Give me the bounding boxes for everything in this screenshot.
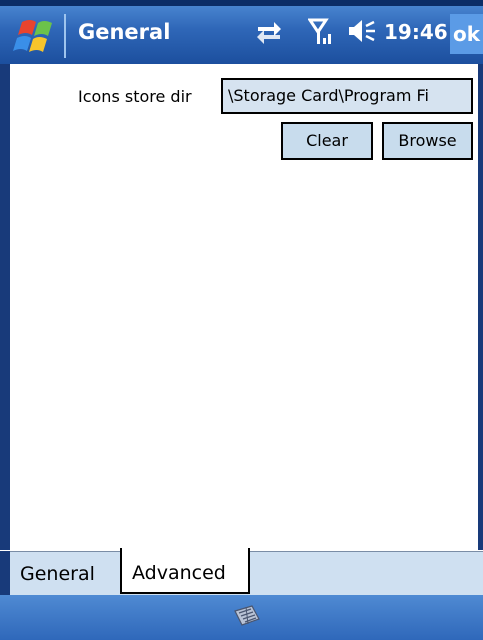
title-separator: [64, 14, 66, 58]
keyboard-icon[interactable]: [232, 603, 262, 629]
signal-icon[interactable]: [308, 16, 334, 46]
icons-store-dir-field[interactable]: \Storage Card\Program Fi: [221, 78, 473, 114]
left-border: [0, 64, 10, 550]
ok-button[interactable]: ok: [450, 14, 483, 54]
icons-store-dir-label: Icons store dir: [78, 87, 192, 106]
tab-general[interactable]: General: [20, 560, 95, 588]
title-bar: General 19:46 ok: [0, 0, 483, 64]
browse-button[interactable]: Browse: [382, 122, 473, 160]
connectivity-icon[interactable]: [254, 16, 284, 46]
clear-button[interactable]: Clear: [281, 122, 373, 160]
windows-start-icon[interactable]: [8, 16, 56, 58]
page-title: General: [78, 20, 171, 44]
volume-icon[interactable]: [346, 16, 378, 46]
title-bar-top-strip: [0, 0, 483, 6]
clock[interactable]: 19:46: [384, 18, 448, 46]
right-border: [478, 64, 483, 550]
tab-advanced[interactable]: Advanced: [120, 548, 250, 594]
tab-bar-left-edge: [0, 551, 10, 595]
